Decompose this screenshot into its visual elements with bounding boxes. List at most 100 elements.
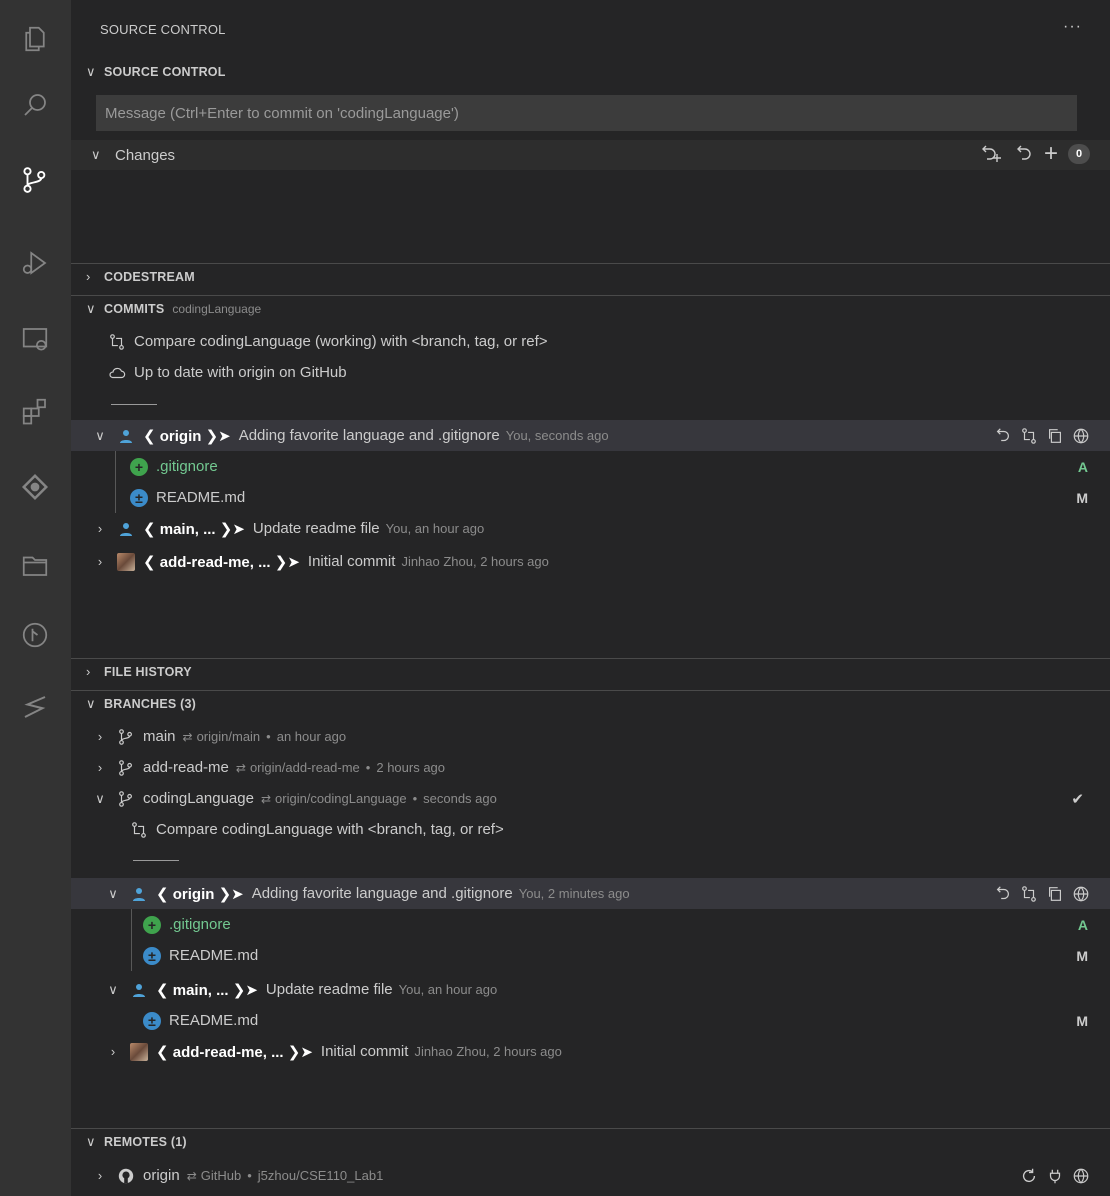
plug-icon[interactable] <box>1046 1167 1064 1185</box>
file-modified-icon: ± <box>143 946 161 965</box>
compare-icon <box>132 821 146 838</box>
commits-section-header[interactable]: ∨ COMMITS codingLanguage <box>71 295 1110 321</box>
codestream-section-header[interactable]: › CODESTREAM <box>71 263 1110 289</box>
copy-icon[interactable] <box>1046 885 1064 903</box>
file-row[interactable]: + .gitignore A <box>71 451 1110 482</box>
section-title: FILE HISTORY <box>104 664 192 679</box>
more-actions-icon[interactable]: ··· <box>1063 18 1082 36</box>
pull-requests-icon[interactable] <box>18 618 52 652</box>
github-icon <box>118 1168 134 1183</box>
source-control-icon[interactable] <box>18 163 52 197</box>
compare-text: Compare codingLanguage with <branch, tag… <box>156 821 504 838</box>
commit-refs: ❮ add-read-me, ... ❯➤ <box>143 553 300 571</box>
run-debug-icon[interactable] <box>18 246 52 280</box>
tracking-icon: ⇄ <box>186 1168 197 1183</box>
explorer-icon[interactable] <box>18 22 52 56</box>
stage-all-icon[interactable]: + <box>1044 142 1058 166</box>
gitlens-icon[interactable] <box>18 690 52 724</box>
compare-branch-row[interactable]: Compare codingLanguage with <branch, tag… <box>71 814 1110 845</box>
file-row[interactable]: ± README.md M <box>71 482 1110 513</box>
file-name: README.md <box>169 1012 259 1029</box>
undo-icon[interactable] <box>994 885 1012 903</box>
branch-row[interactable]: › add-read-me ⇄ origin/add-read-me • 2 h… <box>71 752 1110 783</box>
avatar <box>120 522 132 536</box>
branch-upstream: origin/codingLanguage <box>275 791 407 806</box>
codestream-icon[interactable] <box>18 470 52 504</box>
up-to-date-text: Up to date with origin on GitHub <box>134 364 347 381</box>
commits-branch-label: codingLanguage <box>172 301 262 316</box>
commit-meta: Jinhao Zhou, 2 hours ago <box>401 554 549 569</box>
folder-icon[interactable] <box>18 548 52 582</box>
commit-message-input[interactable] <box>96 95 1077 131</box>
file-modified-icon: ± <box>130 488 148 507</box>
chevron-down-icon: ∨ <box>86 1133 96 1149</box>
chevron-down-icon: ∨ <box>86 300 96 316</box>
section-title: CODESTREAM <box>104 269 195 284</box>
current-branch-check-icon: ✔ <box>1071 790 1084 808</box>
avatar <box>133 983 145 997</box>
globe-icon[interactable] <box>1072 427 1090 445</box>
globe-icon[interactable] <box>1072 885 1090 903</box>
commit-row[interactable]: ∨ ❮ main, ... ❯➤ Update readme file You,… <box>71 974 1110 1005</box>
undo-icon[interactable] <box>1014 144 1034 164</box>
commit-row[interactable]: ∨ ❮ origin ❯➤ Adding favorite language a… <box>71 878 1110 909</box>
commit-row[interactable]: ∨ ❮ origin ❯➤ Adding favorite language a… <box>71 420 1110 451</box>
commit-meta: Jinhao Zhou, 2 hours ago <box>414 1044 562 1059</box>
chevron-right-icon: › <box>97 760 103 775</box>
undo-icon[interactable] <box>994 427 1012 445</box>
branch-icon <box>119 728 132 745</box>
commit-row[interactable]: › ❮ add-read-me, ... ❯➤ Initial commit J… <box>71 546 1110 577</box>
file-name: .gitignore <box>169 916 231 933</box>
commit-message: Initial commit <box>307 553 396 570</box>
compare-icon[interactable] <box>1020 885 1038 903</box>
remote-row[interactable]: › origin ⇄ GitHub • j5zhou/CSE110_Lab1 <box>71 1160 1110 1191</box>
branch-name: add-read-me <box>143 759 229 776</box>
commit-row[interactable]: › ❮ add-read-me, ... ❯➤ Initial commit J… <box>71 1036 1110 1067</box>
compare-text: Compare codingLanguage (working) with <b… <box>134 333 548 350</box>
fetch-icon[interactable] <box>1020 1167 1038 1185</box>
copy-icon[interactable] <box>1046 427 1064 445</box>
branch-name: codingLanguage <box>143 790 254 807</box>
compare-working-row[interactable]: Compare codingLanguage (working) with <b… <box>71 326 1110 357</box>
changes-group[interactable]: ∨ Changes + 0 <box>71 140 1110 170</box>
file-row[interactable]: ± README.md M <box>71 1005 1110 1036</box>
up-to-date-row: Up to date with origin on GitHub <box>71 357 1110 388</box>
chevron-right-icon: › <box>86 664 91 679</box>
remote-name: origin <box>143 1167 180 1184</box>
compare-icon <box>110 333 124 350</box>
search-icon[interactable] <box>18 88 52 122</box>
tracking-icon: ⇄ <box>260 791 272 806</box>
commit-meta: You, an hour ago <box>385 521 485 536</box>
chevron-down-icon: ∨ <box>91 147 101 162</box>
remote-explorer-icon[interactable] <box>18 322 52 356</box>
file-status: M <box>1076 489 1088 506</box>
changes-actions: + 0 <box>980 142 1090 166</box>
file-history-section-header[interactable]: › FILE HISTORY <box>71 658 1110 684</box>
branch-row[interactable]: ∨ codingLanguage ⇄ origin/codingLanguage… <box>71 783 1110 814</box>
commit-row[interactable]: › ❮ main, ... ❯➤ Update readme file You,… <box>71 513 1110 544</box>
branch-row[interactable]: › main ⇄ origin/main • an hour ago <box>71 721 1110 752</box>
branches-section-header[interactable]: ∨ BRANCHES (3) <box>71 690 1110 716</box>
commit-refs: ❮ origin ❯➤ <box>143 427 231 445</box>
bullet: • <box>266 729 271 744</box>
file-name: README.md <box>156 489 246 506</box>
file-row[interactable]: ± README.md M <box>71 940 1110 971</box>
compare-icon[interactable] <box>1020 427 1038 445</box>
commit-message: Adding favorite language and .gitignore <box>251 885 513 902</box>
file-status: M <box>1076 947 1088 964</box>
remotes-section-header[interactable]: ∨ REMOTES (1) <box>71 1128 1110 1154</box>
remote-provider: GitHub <box>200 1168 242 1183</box>
commit-refs: ❮ origin ❯➤ <box>156 885 244 903</box>
file-modified-icon: ± <box>143 1011 161 1030</box>
branch-time: an hour ago <box>276 729 347 744</box>
source-control-sidebar: SOURCE CONTROL ··· ∨ SOURCE CONTROL ∨ Ch… <box>71 0 1110 1196</box>
globe-icon[interactable] <box>1072 1167 1090 1185</box>
commit-meta: You, 2 minutes ago <box>518 886 630 901</box>
extensions-icon[interactable] <box>18 394 52 428</box>
source-control-section-header[interactable]: ∨ SOURCE CONTROL <box>71 59 1110 85</box>
discard-all-icon[interactable] <box>980 144 1004 164</box>
remote-actions <box>1020 1167 1090 1185</box>
file-row[interactable]: + .gitignore A <box>71 909 1110 940</box>
commit-message: Adding favorite language and .gitignore <box>238 427 500 444</box>
commit-meta: You, seconds ago <box>505 428 609 443</box>
